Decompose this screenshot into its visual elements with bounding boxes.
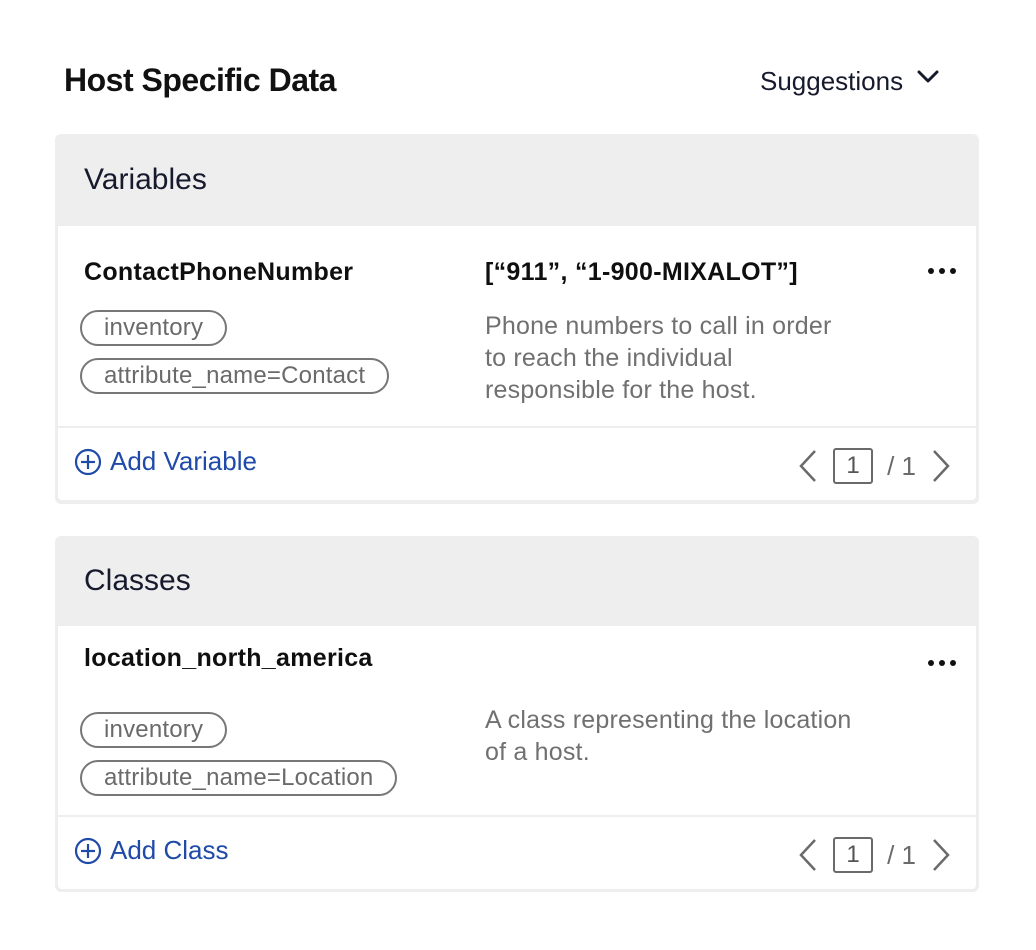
add-variable-label: Add Variable xyxy=(110,446,257,476)
variable-row: ContactPhoneNumber [“911”, “1-900-MIXALO… xyxy=(58,226,976,426)
variables-card: Variables ContactPhoneNumber [“911”, “1-… xyxy=(55,134,979,504)
variable-description: Phone numbers to call in order to reach … xyxy=(485,312,832,404)
classes-footer: Add Class 1 / 1 xyxy=(58,817,976,889)
tag-chip: inventory xyxy=(80,310,228,346)
add-class-label: Add Class xyxy=(110,835,229,865)
plus-circle-icon xyxy=(74,837,102,864)
variables-footer: Add Variable 1 / 1 xyxy=(58,428,976,500)
tag-chip: attribute_name=Location xyxy=(80,760,398,796)
tag-chip: inventory xyxy=(80,712,228,748)
class-row: location_north_america inventory attribu… xyxy=(58,626,976,815)
variables-pagination: 1 / 1 xyxy=(797,448,952,484)
chevron-left-icon[interactable] xyxy=(797,838,819,872)
chevron-right-icon[interactable] xyxy=(930,449,952,483)
chevron-left-icon[interactable] xyxy=(797,449,819,483)
classes-card: Classes location_north_america inventory… xyxy=(55,536,979,892)
suggestions-label: Suggestions xyxy=(760,66,904,96)
class-name: location_north_america xyxy=(84,644,373,672)
classes-header: Classes xyxy=(84,564,191,597)
variable-value: [“911”, “1-900-MIXALOT”] xyxy=(485,258,798,286)
variable-name: ContactPhoneNumber xyxy=(84,258,354,286)
page-number-input[interactable]: 1 xyxy=(833,448,874,484)
chevron-down-icon xyxy=(917,70,939,82)
kebab-icon[interactable] xyxy=(928,264,956,278)
variables-header: Variables xyxy=(84,163,207,196)
kebab-icon[interactable] xyxy=(928,656,956,670)
classes-pagination: 1 / 1 xyxy=(797,837,952,873)
plus-circle-icon xyxy=(74,448,102,475)
add-variable-button[interactable]: Add Variable xyxy=(74,446,257,477)
page-total: / 1 xyxy=(887,839,916,870)
tag-chip: attribute_name=Contact xyxy=(80,358,390,394)
chevron-right-icon[interactable] xyxy=(930,838,952,872)
page-number-input[interactable]: 1 xyxy=(833,837,874,873)
page-total: / 1 xyxy=(887,450,916,481)
suggestions-toggle[interactable]: Suggestions xyxy=(760,66,939,97)
page-title: Host Specific Data xyxy=(64,62,336,98)
add-class-button[interactable]: Add Class xyxy=(74,835,229,866)
class-description: A class representing the location of a h… xyxy=(485,706,852,766)
